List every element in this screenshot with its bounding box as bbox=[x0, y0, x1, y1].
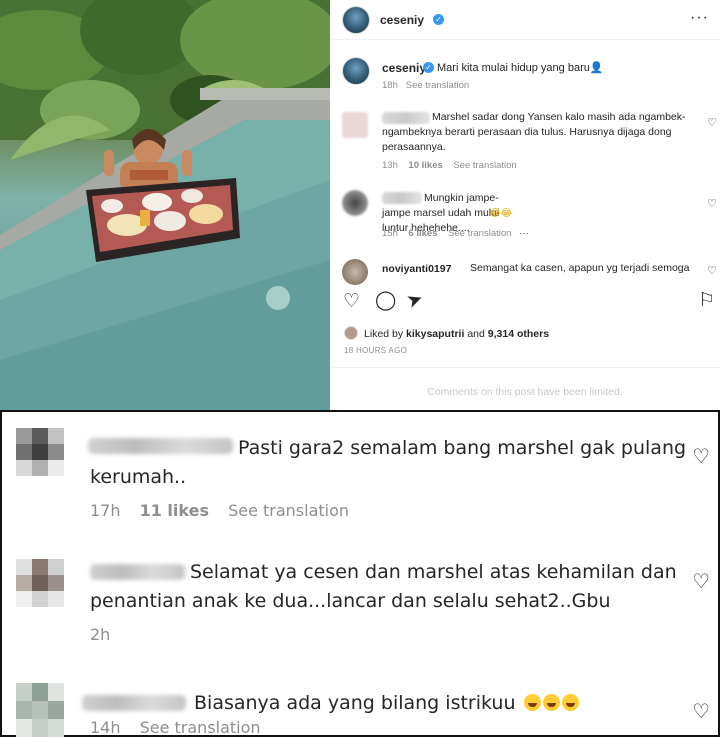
laughing-emoji-icon bbox=[561, 694, 579, 711]
comment-text: Marshel sadar dong Yansen kalo masih ada… bbox=[382, 111, 686, 153]
like-comment-heart-icon[interactable]: ♡ bbox=[692, 444, 710, 469]
comment-meta: 13h 10 likes See translation bbox=[382, 160, 517, 171]
zoomed-comment: Biasanya ada yang bilang istrikuu 14h Se… bbox=[2, 675, 718, 737]
zoomed-comments-box: Pasti gara2 semalam bang marshel gak pul… bbox=[0, 410, 720, 737]
like-comment-heart-icon[interactable]: ♡ bbox=[692, 699, 710, 724]
instagram-post-screenshot: ceseniy ✓ ··· ceseniy ✓ Mari kita mulai … bbox=[0, 0, 720, 410]
liked-by-avatar[interactable] bbox=[344, 326, 358, 340]
commenter-avatar-blurred[interactable] bbox=[16, 428, 64, 488]
post-header: ceseniy ✓ ··· bbox=[330, 0, 720, 40]
comment-icon[interactable]: ◯ bbox=[375, 289, 396, 312]
liked-by-line: Liked by kikysaputrii and 9,314 others bbox=[364, 328, 550, 340]
comment-meta: 14h See translation bbox=[90, 718, 261, 737]
laughing-emoji-icon bbox=[542, 694, 560, 711]
see-translation-link[interactable]: See translation bbox=[453, 160, 516, 171]
post-actions-bar: ♡ ◯ ➤ ⚐ bbox=[330, 288, 720, 318]
like-comment-heart-icon[interactable]: ♡ bbox=[707, 116, 717, 129]
caption-avatar[interactable] bbox=[342, 57, 370, 85]
commenter-avatar[interactable] bbox=[342, 190, 368, 216]
commenter-username[interactable]: noviyanti0197 bbox=[382, 263, 451, 275]
zoomed-comment: Pasti gara2 semalam bang marshel gak pul… bbox=[2, 412, 718, 522]
commenter-avatar[interactable] bbox=[342, 112, 368, 138]
bookmark-icon[interactable]: ⚐ bbox=[698, 289, 715, 312]
comment-more-icon[interactable]: ··· bbox=[519, 228, 529, 239]
comment-text: Pasti gara2 semalam bang marshel gak pul… bbox=[90, 437, 687, 488]
more-options-icon[interactable]: ··· bbox=[690, 9, 709, 27]
comment-likes[interactable]: 11 likes bbox=[140, 501, 209, 520]
see-translation-link[interactable]: See translation bbox=[406, 80, 469, 91]
see-translation-link[interactable]: See translation bbox=[448, 228, 511, 239]
see-translation-link[interactable]: See translation bbox=[228, 501, 349, 520]
liked-by-username[interactable]: kikysaputrii bbox=[406, 328, 464, 340]
zoomed-comment: Selamat ya cesen dan marshel atas kehami… bbox=[2, 552, 718, 652]
commenter-avatar-blurred[interactable] bbox=[16, 559, 64, 619]
see-translation-link[interactable]: See translation bbox=[140, 718, 261, 737]
caption-meta: 18h See translation bbox=[382, 80, 470, 91]
likes-count[interactable]: 9,314 others bbox=[488, 328, 549, 340]
caption-text: Mari kita mulai hidup yang baru👤 bbox=[437, 62, 604, 74]
laughing-emoji-icon: 😂😂 bbox=[489, 208, 513, 219]
author-username[interactable]: ceseniy bbox=[380, 13, 424, 27]
commenter-avatar-blurred[interactable] bbox=[16, 683, 64, 737]
caption-username[interactable]: ceseniy bbox=[382, 61, 426, 75]
post-photo bbox=[0, 0, 330, 410]
comment-likes[interactable]: 10 likes bbox=[408, 160, 442, 171]
verified-badge-icon: ✓ bbox=[423, 62, 434, 73]
verified-badge-icon: ✓ bbox=[433, 14, 444, 25]
comment-meta: 17h 11 likes See translation bbox=[90, 501, 350, 520]
comment-meta: 15h 6 likes See translation ··· bbox=[382, 228, 529, 239]
comments-limited-notice: Comments on this post have been limited. bbox=[330, 367, 720, 410]
share-icon[interactable]: ➤ bbox=[404, 287, 427, 314]
author-avatar[interactable] bbox=[342, 6, 370, 34]
like-comment-heart-icon[interactable]: ♡ bbox=[707, 264, 717, 277]
post-time-ago: 18 HOURS AGO bbox=[344, 346, 408, 355]
comment-text: Semangat ka casen, apapun yg terjadi sem… bbox=[470, 262, 690, 274]
like-comment-heart-icon[interactable]: ♡ bbox=[707, 197, 717, 210]
comment-text: Biasanya ada yang bilang istrikuu bbox=[194, 689, 579, 718]
like-comment-heart-icon[interactable]: ♡ bbox=[692, 569, 710, 594]
post-side-panel: ceseniy ✓ ··· ceseniy ✓ Mari kita mulai … bbox=[330, 0, 720, 410]
comment-meta: 2h bbox=[90, 625, 111, 644]
commenter-avatar[interactable] bbox=[342, 259, 368, 285]
heart-icon[interactable]: ♡ bbox=[343, 290, 360, 313]
commenter-username-blurred bbox=[82, 695, 186, 711]
laughing-emoji-icon bbox=[523, 694, 541, 711]
comment-text: Selamat ya cesen dan marshel atas kehami… bbox=[90, 561, 677, 612]
comment-likes[interactable]: 6 likes bbox=[408, 228, 437, 239]
